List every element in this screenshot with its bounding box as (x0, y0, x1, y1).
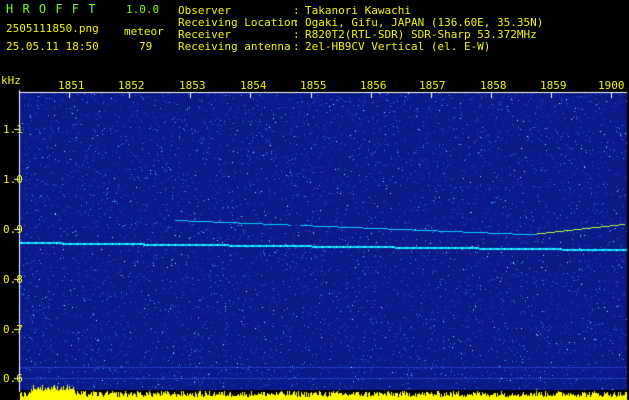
y-tick-label: 0.6 (3, 372, 23, 385)
app-title: H R O F F T (6, 2, 97, 16)
y-axis-unit: kHz (1, 74, 21, 87)
app-version: 1.0.0 (126, 3, 160, 16)
x-tick-label: 1852 (118, 79, 145, 92)
meteor-label: meteor (124, 25, 164, 38)
info-key-antenna: Receiving antenna (178, 40, 291, 53)
file-name: 2505111850.png (6, 22, 99, 35)
y-tick-label: 1.0 (3, 173, 23, 186)
x-tick-label: 1853 (179, 79, 206, 92)
x-tick-label: 1859 (540, 79, 567, 92)
x-tick-label: 1855 (300, 79, 327, 92)
info-value-antenna: 2el-HB9CV Vertical (el. E-W) (305, 40, 491, 53)
y-tick-label: 0.7 (3, 323, 23, 336)
file-datetime: 25.05.11 18:50 (6, 40, 99, 53)
x-tick-label: 1856 (360, 79, 387, 92)
x-tick-label: 1858 (480, 79, 507, 92)
y-tick-label: 0.9 (3, 223, 23, 236)
x-tick-label: 1857 (419, 79, 446, 92)
y-tick-label: 1.1 (3, 123, 23, 136)
x-tick-label: 1854 (240, 79, 267, 92)
y-tick-label: 0.8 (3, 273, 23, 286)
x-tick-label: 1851 (58, 79, 85, 92)
info-sep-antenna: : (293, 40, 300, 53)
x-tick-label: 1900 (598, 79, 625, 92)
meteor-count: 79 (139, 40, 153, 53)
header-panel: H R O F F T 1.0.0 2505111850.png 25.05.1… (0, 0, 629, 72)
